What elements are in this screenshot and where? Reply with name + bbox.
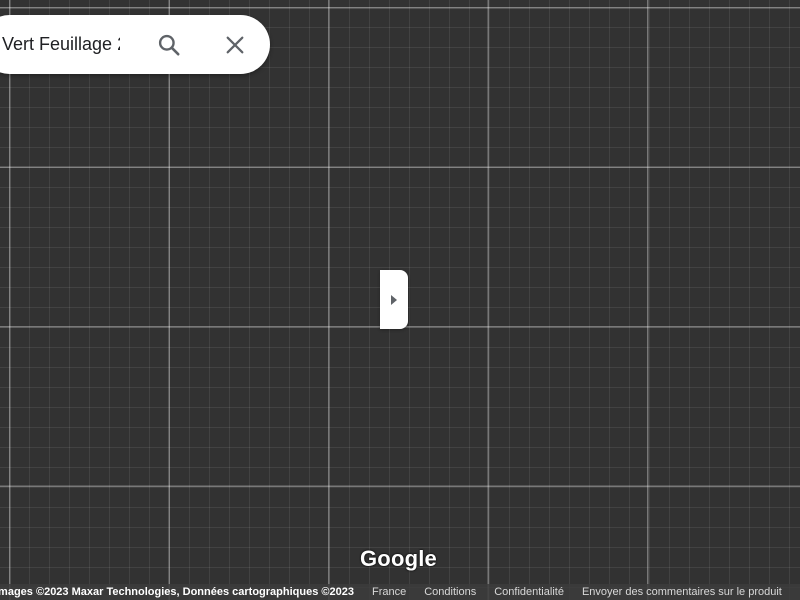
footer-link-country[interactable]: France [372,586,406,598]
chevron-right-icon [391,294,397,305]
search-button[interactable] [154,30,184,60]
footer-link-terms[interactable]: Conditions [424,586,476,598]
map-footer: Images ©2023 Maxar Technologies, Données… [0,584,800,600]
side-panel-toggle-button[interactable] [380,270,408,329]
google-logo: Google [360,546,437,571]
map-attribution: Images ©2023 Maxar Technologies, Données… [0,586,354,598]
search-input[interactable] [0,15,120,74]
search-box [0,15,270,74]
search-icon [158,34,180,56]
footer-link-privacy[interactable]: Confidentialité [494,586,564,598]
close-icon [226,36,244,54]
footer-link-feedback[interactable]: Envoyer des commentaires sur le produit [582,586,782,598]
clear-search-button[interactable] [220,30,250,60]
